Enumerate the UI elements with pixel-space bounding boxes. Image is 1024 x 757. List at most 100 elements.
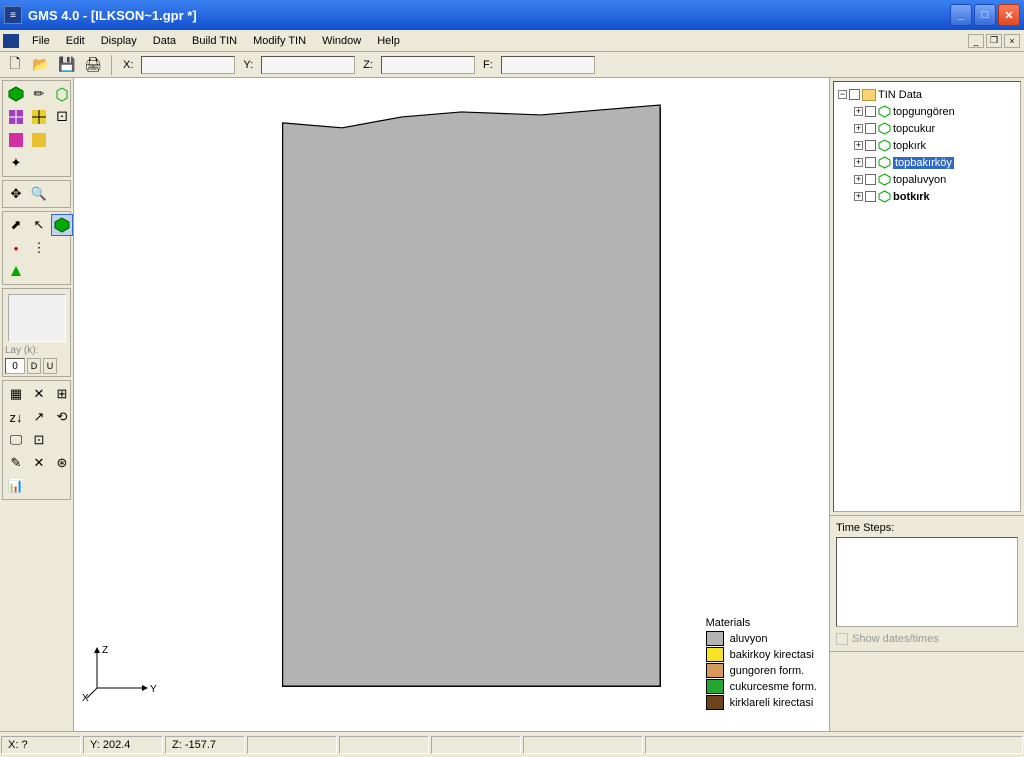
- legend-row: bakirkoy kirectasi: [706, 647, 817, 662]
- expand-icon[interactable]: +: [854, 107, 863, 116]
- menu-modify-tin[interactable]: Modify TIN: [245, 32, 314, 50]
- blank2-icon: [51, 237, 73, 259]
- expand-icon[interactable]: +: [854, 158, 863, 167]
- status-y: Y: 202.4: [83, 736, 163, 754]
- layer-input[interactable]: [5, 358, 25, 374]
- tree-item[interactable]: + topgungören: [838, 103, 1016, 120]
- mdi-minimize-button[interactable]: _: [968, 34, 984, 48]
- status-cell-5: [339, 736, 429, 754]
- menu-build-tin[interactable]: Build TIN: [184, 32, 245, 50]
- mdi-close-button[interactable]: ×: [1004, 34, 1020, 48]
- tool-d1-icon[interactable]: ✎: [5, 452, 27, 474]
- tool-a2-icon[interactable]: ✕: [28, 383, 50, 405]
- tool-c1-icon[interactable]: 🖵: [5, 429, 27, 451]
- select-hex-icon[interactable]: [51, 214, 73, 236]
- menu-file[interactable]: File: [24, 32, 58, 50]
- minimize-button[interactable]: _: [950, 4, 972, 26]
- tree-checkbox[interactable]: [865, 174, 876, 185]
- select-point-icon[interactable]: ⬈: [5, 214, 27, 236]
- f-input[interactable]: [501, 56, 595, 74]
- block-icon[interactable]: [28, 129, 50, 151]
- grid-yellow-icon[interactable]: [28, 106, 50, 128]
- close-button[interactable]: ✕: [998, 4, 1020, 26]
- blank1-icon: [51, 129, 73, 151]
- legend-label: cukurcesme form.: [730, 681, 817, 693]
- tree-item[interactable]: + topaluvyon: [838, 171, 1016, 188]
- status-cell-8: [645, 736, 1023, 754]
- grid-purple-icon[interactable]: [5, 106, 27, 128]
- open-file-icon[interactable]: 📂: [30, 54, 52, 76]
- pencil-icon[interactable]: ✏: [28, 83, 50, 105]
- node-red-icon[interactable]: •: [5, 237, 27, 259]
- print-icon[interactable]: 🖨: [82, 54, 104, 76]
- legend-swatch: [706, 631, 724, 646]
- node-dots-icon[interactable]: ⋮: [28, 237, 50, 259]
- save-file-icon[interactable]: 💾: [56, 54, 78, 76]
- tree-checkbox[interactable]: [865, 140, 876, 151]
- menu-window[interactable]: Window: [314, 32, 369, 50]
- tree-item-label: topcukur: [893, 123, 935, 135]
- hexagon-icon: [878, 139, 891, 152]
- expand-icon[interactable]: +: [854, 124, 863, 133]
- tool-d3-icon[interactable]: ⊛: [51, 452, 73, 474]
- mdi-restore-button[interactable]: ❐: [986, 34, 1002, 48]
- cube-icon[interactable]: [51, 83, 73, 105]
- tree-root[interactable]: − TIN Data: [838, 86, 1016, 103]
- tool-b3-icon[interactable]: ⟲: [51, 406, 73, 428]
- tool-c2-icon[interactable]: ⊡: [28, 429, 50, 451]
- legend-row: kirklareli kirectasi: [706, 695, 817, 710]
- menu-data[interactable]: Data: [145, 32, 184, 50]
- status-cell-4: [247, 736, 337, 754]
- z-input[interactable]: [381, 56, 475, 74]
- legend-row: gungoren form.: [706, 663, 817, 678]
- grid-magenta-icon[interactable]: [5, 129, 27, 151]
- right-bottom-panel: [830, 651, 1024, 731]
- move-icon[interactable]: ✥: [5, 183, 27, 205]
- tool-a3-icon[interactable]: ⊞: [51, 383, 73, 405]
- tree-item[interactable]: + topkırk: [838, 137, 1016, 154]
- tool-b2-icon[interactable]: ↗: [28, 406, 50, 428]
- viewport-canvas[interactable]: Z Y X Materials aluvyonbakirkoy kirectas…: [74, 78, 830, 731]
- menu-edit[interactable]: Edit: [58, 32, 93, 50]
- maximize-button[interactable]: □: [974, 4, 996, 26]
- hexagon-icon[interactable]: [5, 83, 27, 105]
- expand-icon[interactable]: +: [854, 192, 863, 201]
- menu-display[interactable]: Display: [93, 32, 145, 50]
- window-title: GMS 4.0 - [ILKSON~1.gpr *]: [28, 8, 950, 23]
- chart-icon[interactable]: 📊: [5, 475, 27, 497]
- select-arrow-icon[interactable]: ↖: [28, 214, 50, 236]
- tin-data-tree[interactable]: − TIN Data + topgungören+ topcukur+ topk…: [833, 81, 1021, 512]
- triangle-tool-icon[interactable]: [5, 260, 27, 282]
- y-input[interactable]: [261, 56, 355, 74]
- tree-checkbox[interactable]: [865, 191, 876, 202]
- status-x: X: ?: [1, 736, 81, 754]
- compass-icon[interactable]: ✦: [5, 152, 27, 174]
- expand-icon[interactable]: +: [854, 141, 863, 150]
- status-z: Z: -157.7: [165, 736, 245, 754]
- collapse-icon[interactable]: −: [838, 90, 847, 99]
- tree-item[interactable]: + topcukur: [838, 120, 1016, 137]
- time-steps-listbox[interactable]: [836, 537, 1018, 627]
- tool-b1-icon[interactable]: z↓: [5, 406, 27, 428]
- tree-checkbox[interactable]: [865, 123, 876, 134]
- tree-checkbox[interactable]: [865, 157, 876, 168]
- dice-icon[interactable]: ⚀: [51, 106, 73, 128]
- zoom-icon[interactable]: 🔍: [28, 183, 50, 205]
- menu-help[interactable]: Help: [369, 32, 408, 50]
- expand-icon[interactable]: +: [854, 175, 863, 184]
- tool-a1-icon[interactable]: ▦: [5, 383, 27, 405]
- layer-up-button[interactable]: U: [43, 358, 57, 374]
- tree-item-label: topbakırköy: [893, 157, 954, 169]
- new-file-icon[interactable]: 🗋: [4, 54, 26, 76]
- layer-down-button[interactable]: D: [27, 358, 41, 374]
- tree-item-label: topkırk: [893, 140, 926, 152]
- tree-root-checkbox[interactable]: [849, 89, 860, 100]
- legend-label: gungoren form.: [730, 665, 805, 677]
- x-input[interactable]: [141, 56, 235, 74]
- svg-text:Y: Y: [150, 684, 157, 695]
- legend-swatch: [706, 663, 724, 678]
- tree-checkbox[interactable]: [865, 106, 876, 117]
- tool-d2-icon[interactable]: ✕: [28, 452, 50, 474]
- tree-item[interactable]: + botkırk: [838, 188, 1016, 205]
- tree-item[interactable]: + topbakırköy: [838, 154, 1016, 171]
